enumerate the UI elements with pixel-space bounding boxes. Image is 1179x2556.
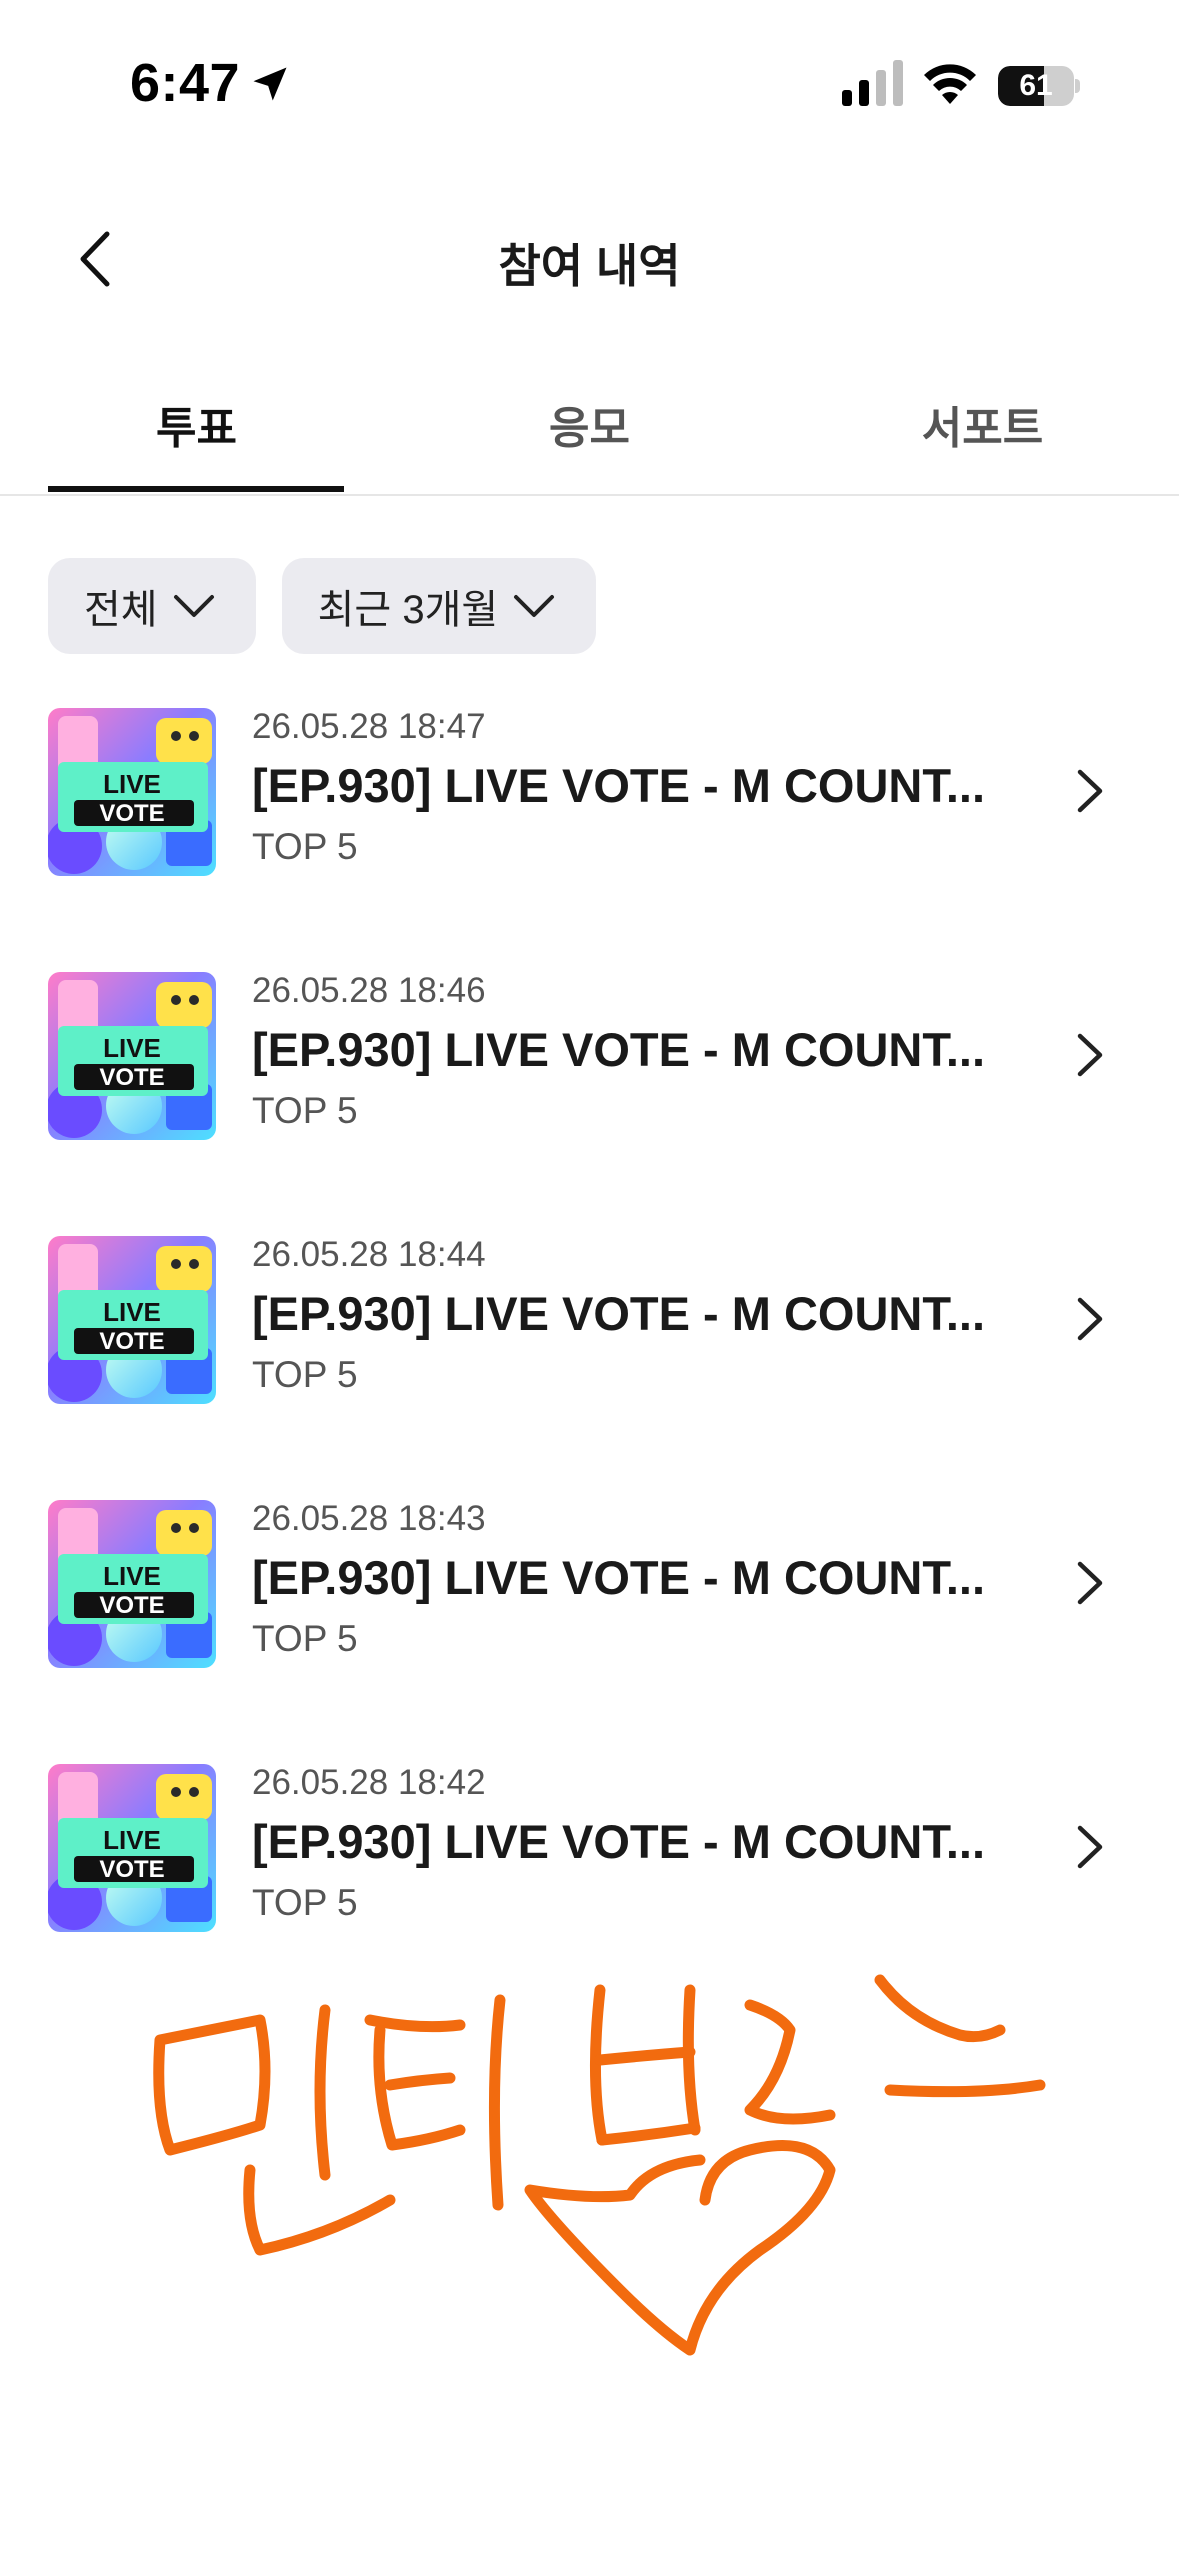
- list-item[interactable]: LIVE VOTE 26.05.28 18:44 [EP.930] LIVE V…: [48, 1228, 1138, 1492]
- list-item-title: [EP.930] LIVE VOTE - M COUNT...: [252, 1023, 985, 1076]
- battery-icon: 61: [998, 66, 1080, 106]
- list-item-meta: 26.05.28 18:47 [EP.930] LIVE VOTE - M CO…: [252, 700, 1072, 876]
- chevron-right-icon: [1077, 1825, 1103, 1869]
- list-item-meta: 26.05.28 18:46 [EP.930] LIVE VOTE - M CO…: [252, 964, 1072, 1140]
- list-item[interactable]: LIVE VOTE 26.05.28 18:43 [EP.930] LIVE V…: [48, 1492, 1138, 1756]
- thumbnail-text-vote: VOTE: [99, 1856, 164, 1883]
- thumbnail-text-live: LIVE: [103, 1033, 161, 1063]
- filter-period-dropdown[interactable]: 최근 3개월: [281, 558, 597, 654]
- list-item-meta: 26.05.28 18:44 [EP.930] LIVE VOTE - M CO…: [252, 1228, 1072, 1404]
- list-item-title: [EP.930] LIVE VOTE - M COUNT...: [252, 1287, 985, 1340]
- chevron-right-icon: [1077, 769, 1103, 813]
- cellular-signal-icon: [842, 60, 903, 106]
- tab-entry[interactable]: 응모: [393, 392, 786, 456]
- thumbnail-text-vote: VOTE: [99, 800, 164, 827]
- status-time: 6:47: [130, 53, 241, 113]
- page-title: 참여 내역: [498, 240, 681, 292]
- list-item-subtitle: TOP 5: [252, 1882, 358, 1923]
- tab-vote[interactable]: 투표: [0, 392, 393, 456]
- chevron-right-icon: [1077, 1033, 1103, 1077]
- chevron-right-icon: [1077, 1297, 1103, 1341]
- wifi-icon: [924, 64, 976, 104]
- thumbnail-text-vote: VOTE: [99, 1592, 164, 1619]
- tab-bar: 투표 응모 서포트: [0, 370, 1179, 496]
- list-item-title: [EP.930] LIVE VOTE - M COUNT...: [252, 1551, 985, 1604]
- thumbnail-text-vote: VOTE: [99, 1328, 164, 1355]
- list-item[interactable]: LIVE VOTE 26.05.28 18:47 [EP.930] LIVE V…: [48, 700, 1138, 964]
- list-item-subtitle: TOP 5: [252, 1618, 358, 1659]
- filter-category-label: 전체: [84, 588, 158, 632]
- status-bar: 6:47 61: [0, 0, 1179, 170]
- list-item-title: [EP.930] LIVE VOTE - M COUNT...: [252, 1815, 985, 1868]
- list-item-date: 26.05.28 18:47: [252, 707, 486, 746]
- location-arrow-icon: [253, 67, 287, 101]
- list-item-meta: 26.05.28 18:42 [EP.930] LIVE VOTE - M CO…: [252, 1756, 1072, 1932]
- filter-bar: 전체 최근 3개월: [48, 558, 597, 654]
- thumbnail-text-vote: VOTE: [99, 1064, 164, 1091]
- tab-support[interactable]: 서포트: [786, 392, 1179, 456]
- live-vote-thumbnail: LIVE VOTE: [48, 1236, 216, 1404]
- battery-level-text: 61: [1019, 69, 1053, 102]
- list-item-date: 26.05.28 18:43: [252, 1499, 486, 1538]
- thumbnail-text-live: LIVE: [103, 1825, 161, 1855]
- active-tab-indicator: [48, 486, 344, 492]
- list-item-subtitle: TOP 5: [252, 826, 358, 867]
- vote-history-list: LIVE VOTE 26.05.28 18:47 [EP.930] LIVE V…: [48, 700, 1138, 2020]
- chevron-right-icon: [1077, 1561, 1103, 1605]
- handwritten-signature: [153, 1974, 1046, 2356]
- live-vote-thumbnail: LIVE VOTE: [48, 708, 216, 876]
- filter-category-dropdown[interactable]: 전체: [48, 558, 256, 654]
- list-item-subtitle: TOP 5: [252, 1090, 358, 1131]
- filter-period-label: 최근 3개월: [317, 588, 499, 632]
- live-vote-thumbnail: LIVE VOTE: [48, 972, 216, 1140]
- thumbnail-text-live: LIVE: [103, 769, 161, 799]
- list-item-meta: 26.05.28 18:43 [EP.930] LIVE VOTE - M CO…: [252, 1492, 1072, 1668]
- chevron-down-icon: [173, 595, 214, 617]
- list-item[interactable]: LIVE VOTE 26.05.28 18:46 [EP.930] LIVE V…: [48, 964, 1138, 1228]
- list-item-date: 26.05.28 18:44: [252, 1235, 486, 1274]
- list-item-date: 26.05.28 18:46: [252, 971, 486, 1010]
- live-vote-thumbnail: LIVE VOTE: [48, 1764, 216, 1932]
- chevron-down-icon: [514, 595, 555, 617]
- header: 참여 내역: [0, 200, 1179, 320]
- list-item-date: 26.05.28 18:42: [252, 1763, 486, 1802]
- thumbnail-text-live: LIVE: [103, 1297, 161, 1327]
- list-item-title: [EP.930] LIVE VOTE - M COUNT...: [252, 759, 985, 812]
- thumbnail-text-live: LIVE: [103, 1561, 161, 1591]
- live-vote-thumbnail: LIVE VOTE: [48, 1500, 216, 1668]
- list-item-subtitle: TOP 5: [252, 1354, 358, 1395]
